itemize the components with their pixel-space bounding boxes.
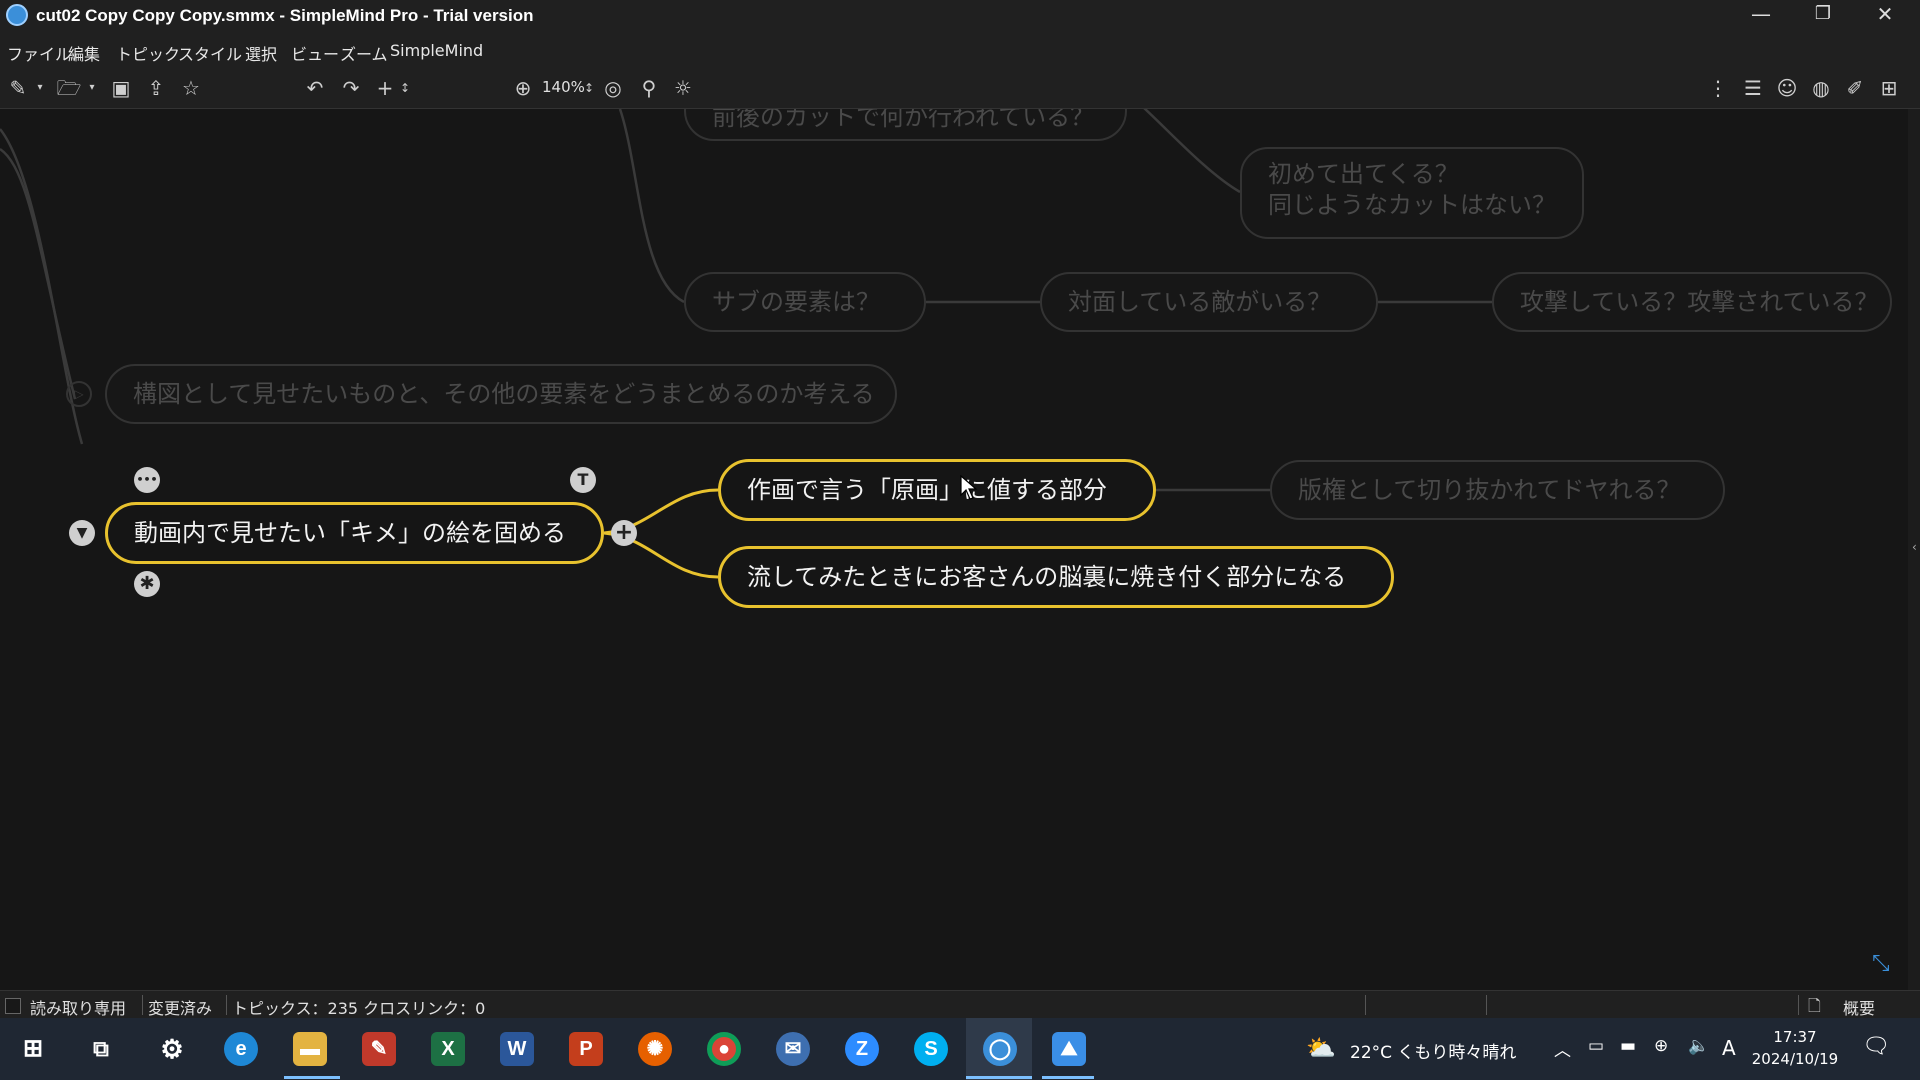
tray-expand-icon[interactable]: ︿	[1554, 1036, 1571, 1061]
firefox-icon[interactable]: ✺	[638, 1032, 672, 1066]
fit-resize-icon[interactable]: ⤡	[1872, 951, 1890, 976]
settings-gear-icon[interactable]: ⚙	[155, 1032, 189, 1066]
skype-icon[interactable]: S	[914, 1032, 948, 1066]
topic-node-attack[interactable]: 攻撃している？攻撃されている？	[1492, 272, 1892, 332]
menu-file[interactable]: ファイル	[7, 41, 71, 65]
weather-cloud-icon[interactable]: ⛅	[1306, 1034, 1336, 1062]
text-style-icon[interactable]: T	[570, 467, 596, 493]
word-icon[interactable]: W	[500, 1032, 534, 1066]
style-brush-icon[interactable]: ✐	[1842, 76, 1868, 100]
weather-text[interactable]: 22°C くもり時々晴れ	[1350, 1038, 1516, 1063]
device-icon[interactable]: ▭	[1588, 1036, 1604, 1056]
open-dropdown-icon[interactable]: ▾	[86, 76, 98, 100]
paint-app-icon[interactable]: ✎	[362, 1032, 396, 1066]
menu-edit[interactable]: 編集	[68, 41, 100, 65]
redo-icon[interactable]: ↷	[338, 76, 364, 100]
outline-tree-icon[interactable]: ⋮	[1706, 76, 1730, 100]
outline-button[interactable]: 概要	[1843, 995, 1875, 1019]
add-child-icon[interactable]: +	[611, 520, 637, 546]
topic-node-enemy[interactable]: 対面している敵がいる？	[1040, 272, 1378, 332]
menu-style[interactable]: スタイル	[178, 41, 242, 65]
panel-expand-icon[interactable]: ‹	[1912, 540, 1917, 554]
battery-icon[interactable]: ▬	[1620, 1036, 1636, 1056]
windows-start-icon[interactable]: ⊞	[16, 1032, 50, 1066]
close-button[interactable]: ✕	[1854, 0, 1916, 32]
menu-topic[interactable]: トピック	[116, 41, 180, 65]
favorite-star-icon[interactable]: ☆	[178, 76, 204, 100]
share-icon[interactable]: ⇪	[143, 76, 169, 100]
palette-icon[interactable]: ◍	[1808, 76, 1834, 100]
network-globe-icon[interactable]: ⊕	[1654, 1036, 1668, 1056]
undo-icon[interactable]: ↶	[302, 76, 328, 100]
maximize-button[interactable]: ❐	[1792, 0, 1854, 32]
mail-icon[interactable]: ✉	[776, 1032, 810, 1066]
title-bar: cut02 Copy Copy Copy.smmx - SimpleMind P…	[0, 0, 1920, 32]
add-topic-icon[interactable]: +	[372, 76, 398, 100]
save-icon[interactable]: ▣	[108, 76, 134, 100]
photos-icon[interactable]: ⛰	[1052, 1032, 1086, 1066]
volume-icon[interactable]: 🔈	[1688, 1036, 1709, 1056]
add-topic-dropdown-icon[interactable]: ↕	[398, 76, 412, 100]
menu-view[interactable]: ビュー	[291, 41, 339, 65]
excel-icon[interactable]: X	[431, 1032, 465, 1066]
new-dropdown-icon[interactable]: ▾	[34, 76, 46, 100]
toolbar: ✎ ▾ 🗁 ▾ ▣ ⇪ ☆ ↶ ↷ + ↕ ⊕ ↕ ◎ ⚲ ☼ ⋮ ☰ ☺ ◍ …	[0, 68, 1920, 109]
topic-node-first-appear[interactable]: 初めて出てくる？ 同じようなカットはない？	[1240, 147, 1584, 239]
chrome-icon[interactable]: ●	[707, 1032, 741, 1066]
expand-triangle-icon[interactable]: ▷	[66, 381, 92, 407]
zoom-icon[interactable]: ⊕	[510, 76, 536, 100]
collapse-icon[interactable]: ▼	[69, 520, 95, 546]
topic-node-sub-element[interactable]: サブの要素は？	[684, 272, 926, 332]
edge-browser-icon[interactable]: e	[224, 1032, 258, 1066]
simplemind-taskbar-icon[interactable]: ◯	[983, 1032, 1017, 1066]
mindmap-canvas[interactable]: 前後のカットで何か行われている？ 初めて出てくる？ 同じようなカットはない？ サ…	[0, 109, 1908, 990]
task-view-icon[interactable]: ⧉	[84, 1032, 118, 1066]
zoom-app-icon[interactable]: Z	[845, 1032, 879, 1066]
topic-node-previous-cut[interactable]: 前後のカットで何か行われている？	[684, 109, 1127, 141]
ime-indicator[interactable]: A	[1722, 1036, 1736, 1060]
menu-bar: ファイル 編集 トピック スタイル 選択 ビュー ズーム SimpleMind	[0, 32, 1920, 68]
more-options-icon[interactable]: •••	[134, 467, 160, 493]
topic-node-genga[interactable]: 作画で言う「原画」に値する部分	[718, 459, 1156, 521]
status-bar: 読み取り専用 変更済み トピックス：235 クロスリンク：0 🗋 概要	[0, 990, 1920, 1019]
layout-icon[interactable]: ⊞	[1876, 76, 1902, 100]
notification-icon[interactable]: 🗨	[1862, 1034, 1890, 1059]
first-appear-line-2: 同じようなカットはない？	[1268, 191, 1556, 219]
menu-simplemind[interactable]: SimpleMind	[390, 41, 483, 60]
focus-target-icon[interactable]: ◎	[600, 76, 626, 100]
readonly-label: 読み取り専用	[30, 999, 127, 1018]
topic-node-copyright[interactable]: 版権として切り抜かれてドヤれる？	[1270, 460, 1725, 520]
menu-select[interactable]: 選択	[245, 41, 277, 65]
search-icon[interactable]: ⚲	[636, 76, 662, 100]
menu-zoom[interactable]: ズーム	[340, 41, 388, 65]
minimize-button[interactable]: —	[1730, 0, 1792, 32]
topic-node-impression[interactable]: 流してみたときにお客さんの脳裏に焼き付く部分になる	[718, 546, 1394, 608]
window-title: cut02 Copy Copy Copy.smmx - SimpleMind P…	[36, 6, 534, 25]
idea-bulb-icon[interactable]: ☼	[670, 76, 696, 100]
clock[interactable]: 17:37 2024/10/19	[1740, 1026, 1850, 1070]
clock-time: 17:37	[1773, 1028, 1817, 1046]
simplemind-app-icon	[6, 4, 28, 26]
topic-count: トピックス：235 クロスリンク：0	[232, 999, 486, 1018]
zoom-level[interactable]: 140%	[542, 78, 585, 96]
readonly-checkbox[interactable]	[5, 998, 21, 1014]
powerpoint-icon[interactable]: P	[569, 1032, 603, 1066]
first-appear-line-1: 初めて出てくる？	[1268, 160, 1459, 188]
topic-node-composition[interactable]: 構図として見せたいものと、その他の要素をどうまとめるのか考える	[105, 364, 897, 424]
notes-icon[interactable]: ☰	[1740, 76, 1766, 100]
open-folder-icon[interactable]: 🗁	[56, 76, 82, 100]
new-mindmap-icon[interactable]: ✎	[6, 76, 30, 100]
modified-status: 変更済み	[148, 999, 213, 1018]
topic-node-main-selected[interactable]: 動画内で見せたい「キメ」の絵を固める	[105, 502, 604, 564]
taskbar: ⊞ ⧉ ⚙ e ▬ ✎ X W P ✺ ● ✉ Z S ◯ ⛰ ⛅ 22°C く…	[0, 1018, 1920, 1080]
file-explorer-icon[interactable]: ▬	[293, 1032, 327, 1066]
emoji-icon[interactable]: ☺	[1774, 76, 1800, 100]
add-sibling-icon[interactable]: ✱	[134, 571, 160, 597]
mouse-cursor-icon	[960, 475, 978, 500]
clock-date: 2024/10/19	[1751, 1050, 1839, 1068]
